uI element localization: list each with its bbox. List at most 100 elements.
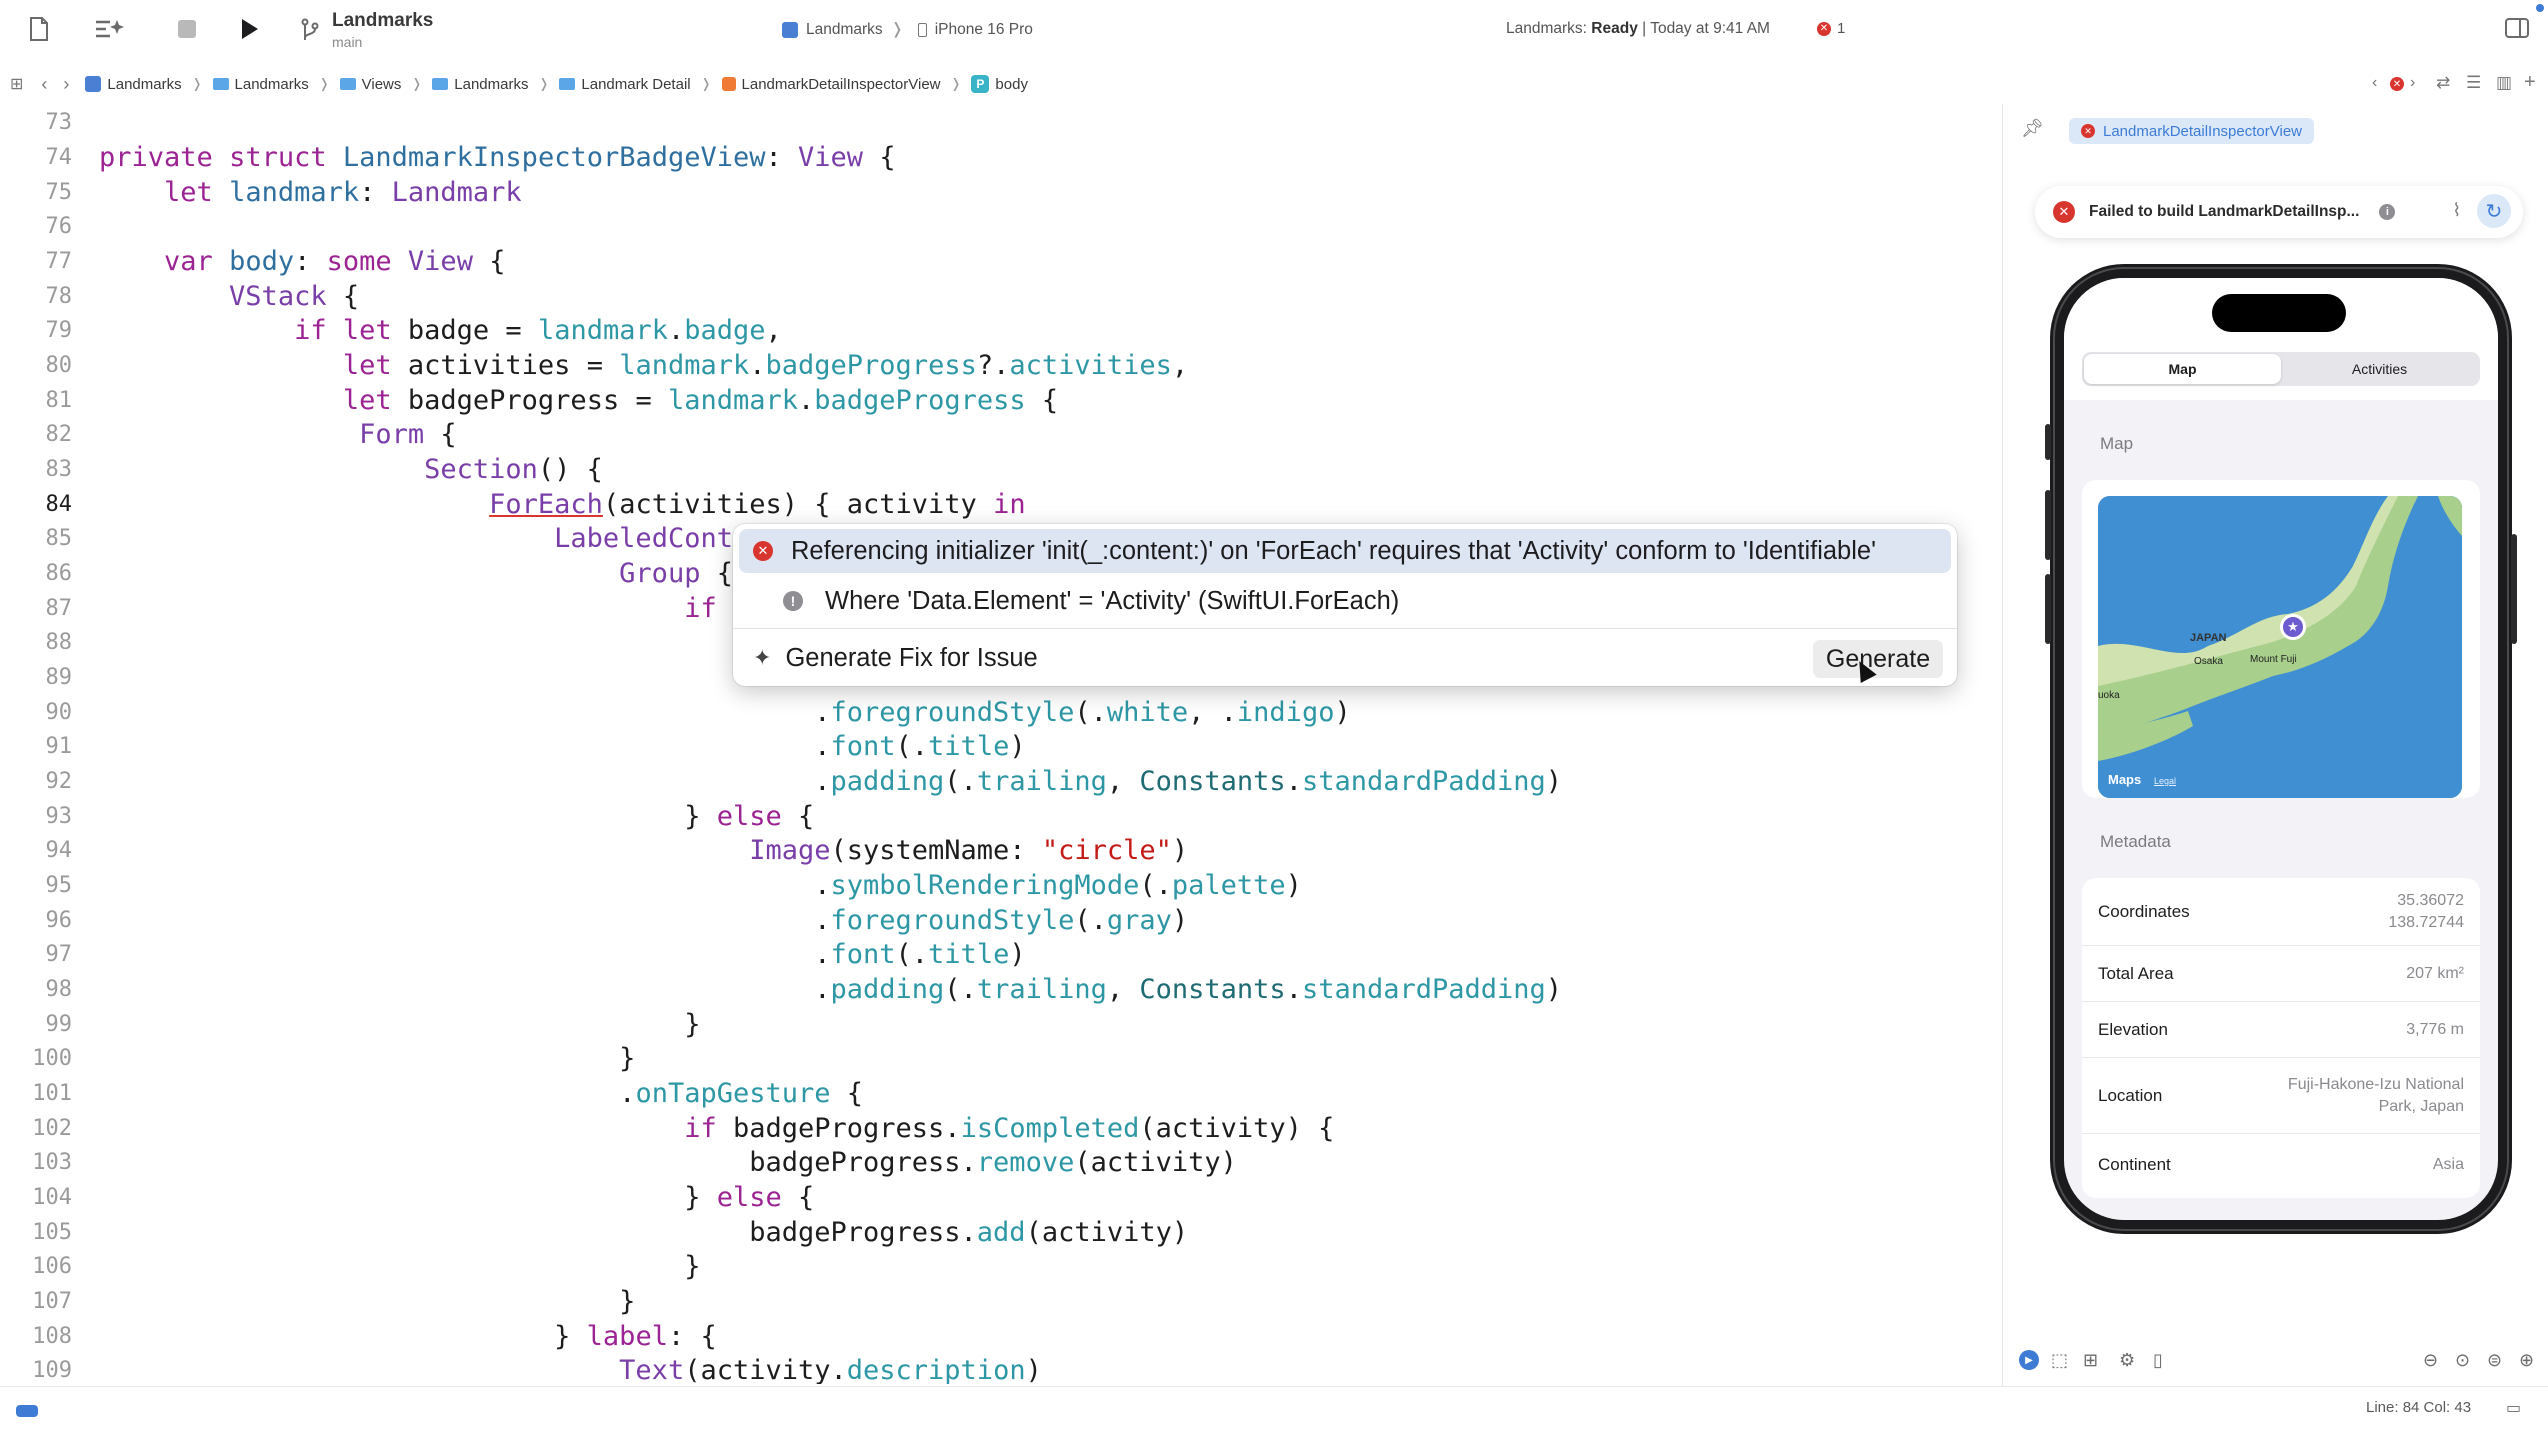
run-button[interactable] bbox=[240, 17, 260, 41]
breadcrumb-symbol[interactable]: P body bbox=[971, 75, 1028, 93]
error-count-badge[interactable]: ✕ 1 bbox=[1817, 20, 1845, 37]
breadcrumb-label: LandmarkDetailInspectorView bbox=[741, 75, 941, 93]
breadcrumb-group[interactable]: Landmarks bbox=[432, 76, 528, 93]
line-number: 78 bbox=[45, 283, 73, 309]
breadcrumb-project[interactable]: Landmarks bbox=[85, 76, 182, 93]
code-line: 93 } else { bbox=[0, 799, 815, 834]
line-number: 93 bbox=[45, 803, 73, 829]
issue-note-row[interactable]: ! Where 'Data.Element' = 'Activity' (Swi… bbox=[783, 579, 1399, 623]
tab-activities[interactable]: Activities bbox=[2281, 354, 2478, 384]
back-icon[interactable]: ‹ bbox=[41, 74, 47, 95]
line-number: 109 bbox=[32, 1357, 72, 1383]
add-editor-icon[interactable]: + bbox=[2524, 71, 2536, 94]
metadata-row: Continent Asia bbox=[2082, 1134, 2480, 1196]
status-app: Landmarks: bbox=[1506, 20, 1587, 37]
editor-options-icon[interactable]: ☰ bbox=[2466, 73, 2481, 93]
error-icon[interactable]: ✕ bbox=[2390, 77, 2404, 91]
live-mode-icon[interactable]: ▶ bbox=[2019, 1350, 2039, 1370]
coding-assistant-icon[interactable] bbox=[94, 16, 124, 42]
info-icon[interactable]: i bbox=[2379, 204, 2396, 220]
action-button bbox=[2045, 424, 2051, 460]
error-icon: ✕ bbox=[1817, 21, 1831, 36]
device-icon[interactable]: ▯ bbox=[2153, 1350, 2163, 1371]
metadata-value: 207 km² bbox=[2406, 964, 2464, 982]
breadcrumb-label: Landmark Detail bbox=[581, 75, 691, 93]
swift-file-icon bbox=[721, 77, 736, 91]
metadata-card: Coordinates 35.36072 138.72744 Total Are… bbox=[2082, 878, 2480, 1198]
issue-next-icon[interactable]: › bbox=[2410, 74, 2415, 92]
code-line: 90 .foregroundStyle(.white, .indigo) bbox=[0, 695, 1351, 730]
tab-map[interactable]: Map bbox=[2084, 354, 2281, 384]
map-view[interactable]: ★ JAPAN Osaka Mount Fuji uoka Maps Legal bbox=[2098, 496, 2462, 798]
line-number: 104 bbox=[32, 1184, 72, 1210]
error-icon: ✕ bbox=[2081, 124, 2095, 138]
stop-button[interactable] bbox=[178, 20, 196, 38]
issue-note-text: Where 'Data.Element' = 'Activity' (Swift… bbox=[825, 586, 1400, 615]
volume-down-button bbox=[2045, 574, 2051, 644]
issue-prev-icon[interactable]: ‹ bbox=[2372, 74, 2377, 92]
zoom-fit-icon[interactable]: ⊙ bbox=[2455, 1350, 2470, 1371]
code-line: 107 } bbox=[0, 1284, 635, 1319]
issue-popover: ✕ Referencing initializer 'init(_:conten… bbox=[733, 524, 1957, 686]
navigator-toggle-icon[interactable] bbox=[28, 16, 50, 42]
refresh-icon[interactable]: ↻ bbox=[2477, 194, 2511, 228]
forward-icon[interactable]: › bbox=[63, 74, 69, 95]
iphone-icon bbox=[917, 22, 927, 37]
code-line: 104 } else { bbox=[0, 1180, 814, 1215]
code-line: 81 let badgeProgress = landmark.badgePro… bbox=[0, 383, 1059, 418]
zoom-out-icon[interactable]: ⊖ bbox=[2423, 1350, 2438, 1371]
landmark-pin-icon[interactable]: ★ bbox=[2280, 614, 2306, 640]
run-destination[interactable]: Landmarks ❭ iPhone 16 Pro bbox=[782, 20, 1033, 39]
status-time: | Today at 9:41 AM bbox=[1642, 20, 1770, 37]
legal-link[interactable]: Legal bbox=[2154, 776, 2176, 786]
zoom-in-icon[interactable]: ⊕ bbox=[2519, 1350, 2534, 1371]
breadcrumb-label: Landmarks bbox=[234, 75, 309, 93]
failure-message: Failed to build LandmarkDetailInsp... bbox=[2089, 203, 2360, 220]
breadcrumb-label: body bbox=[995, 75, 1028, 93]
line-number: 99 bbox=[45, 1011, 73, 1037]
breadcrumb-group[interactable]: Views bbox=[339, 76, 401, 93]
line-number: 81 bbox=[45, 387, 73, 413]
breadcrumb-group[interactable]: Landmark Detail bbox=[559, 75, 691, 93]
preview-view-chip[interactable]: ✕ LandmarkDetailInspectorView bbox=[2069, 118, 2314, 144]
split-editor-icon[interactable]: ▥ bbox=[2496, 73, 2512, 93]
selectable-mode-icon[interactable]: ⬚ bbox=[2051, 1350, 2068, 1371]
debug-area-toggle-icon[interactable]: ▭ bbox=[2506, 1398, 2521, 1418]
line-number: 96 bbox=[45, 907, 73, 933]
code-line: 74 private struct LandmarkInspectorBadgeV… bbox=[0, 140, 896, 175]
generate-button[interactable]: Generate bbox=[1813, 640, 1943, 678]
code-line: 85 LabeledContent bbox=[0, 521, 782, 556]
app-icon bbox=[782, 21, 798, 38]
breadcrumb-file[interactable]: LandmarkDetailInspectorView bbox=[721, 75, 941, 93]
chevron-right-icon: ❭ bbox=[191, 76, 203, 91]
zoom-actual-icon[interactable]: ⊜ bbox=[2487, 1350, 2502, 1371]
breadcrumb-group[interactable]: Landmarks bbox=[212, 75, 309, 93]
scheme-name[interactable]: Landmarks bbox=[332, 10, 433, 32]
related-items-icon[interactable]: ⇄ bbox=[2436, 73, 2450, 93]
code-line: 102 if badgeProgress.isCompleted(activit… bbox=[0, 1111, 1334, 1146]
folder-icon bbox=[559, 78, 576, 90]
metadata-row: Location Fuji-Hakone-Izu National Park, … bbox=[2082, 1058, 2480, 1134]
code-line: 76 bbox=[0, 209, 73, 244]
source-editor[interactable]: 73 74 private struct LandmarkInspectorBad… bbox=[0, 104, 2000, 1384]
project-icon bbox=[85, 76, 102, 92]
metadata-label: Coordinates bbox=[2098, 901, 2190, 921]
build-failure-banner[interactable]: ✕ Failed to build LandmarkDetailInsp... … bbox=[2035, 186, 2523, 238]
variants-icon[interactable]: ⊞ bbox=[2083, 1350, 2098, 1371]
line-number: 76 bbox=[45, 213, 73, 239]
generate-fix-row: ✦ Generate Fix for Issue bbox=[753, 636, 1038, 680]
grid-icon[interactable]: ⊞ bbox=[10, 74, 23, 94]
metadata-label: Location bbox=[2098, 1085, 2163, 1105]
map-label-city: Mount Fuji bbox=[2250, 654, 2297, 665]
sparkle-icon: ✦ bbox=[753, 645, 772, 670]
inspector-toggle-icon[interactable] bbox=[2504, 16, 2530, 40]
issue-error-row[interactable]: ✕ Referencing initializer 'init(_:conten… bbox=[739, 529, 1951, 573]
metadata-value: Fuji-Hakone-Izu National Park, Japan bbox=[2287, 1075, 2464, 1115]
canvas-settings-icon[interactable]: ⚙ bbox=[2119, 1350, 2135, 1371]
code-line: 106 } bbox=[0, 1249, 700, 1284]
diagnostics-icon[interactable]: ⌇ bbox=[2452, 200, 2461, 221]
property-icon: P bbox=[971, 75, 990, 93]
nav-area bbox=[2064, 278, 2498, 400]
pin-icon[interactable]: 📌︎ bbox=[2021, 118, 2044, 139]
code-line: 99 } bbox=[0, 1007, 701, 1042]
